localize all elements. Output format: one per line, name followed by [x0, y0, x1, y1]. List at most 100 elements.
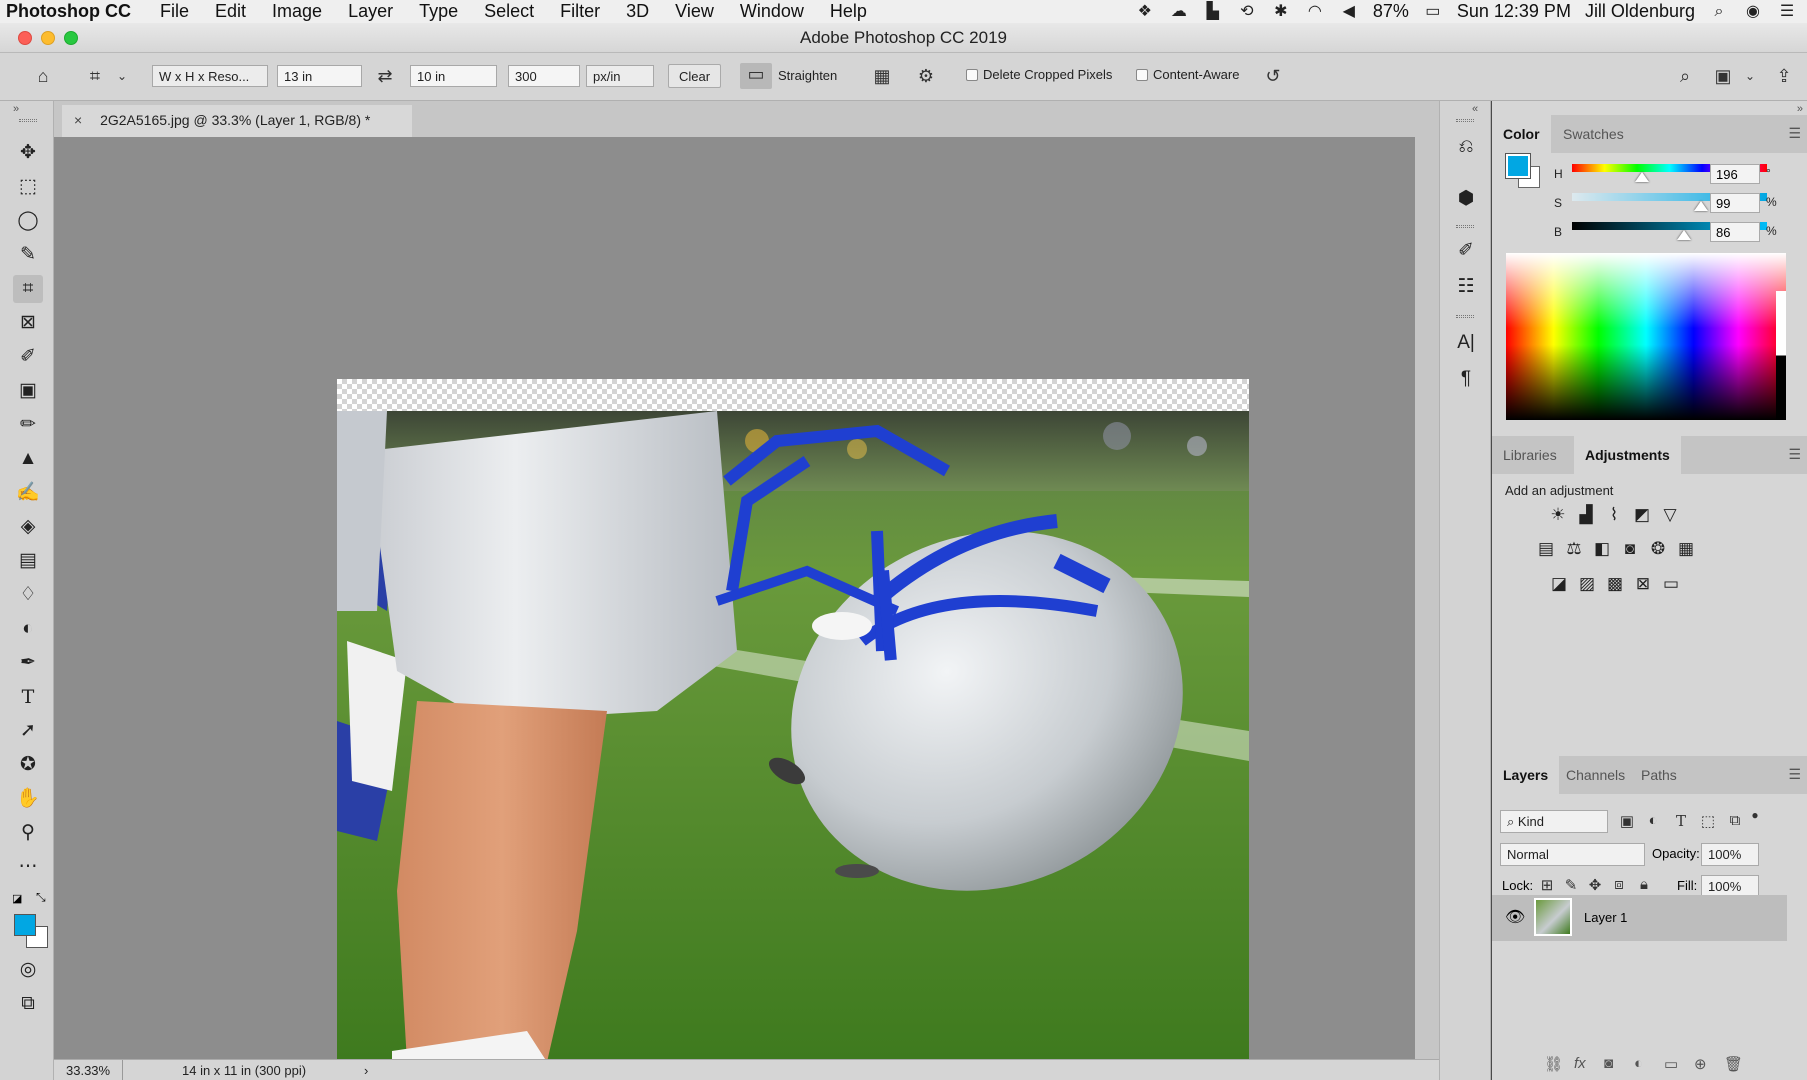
- tab-swatches[interactable]: Swatches: [1552, 115, 1635, 153]
- panel-grip[interactable]: [1456, 119, 1474, 122]
- quick-select-tool-icon[interactable]: ✎: [13, 241, 43, 269]
- pixel-layer-filter-icon[interactable]: ▣: [1618, 812, 1636, 830]
- reset-icon[interactable]: ↺: [1262, 65, 1284, 87]
- selective-color-icon[interactable]: ⊠: [1632, 573, 1654, 595]
- volume-icon[interactable]: ◀: [1339, 3, 1359, 20]
- gradient-tool-icon[interactable]: ▤: [13, 547, 43, 575]
- wifi-icon[interactable]: ◠: [1305, 3, 1325, 20]
- saturation-input[interactable]: 99: [1710, 193, 1760, 213]
- panel-grip[interactable]: [1456, 315, 1474, 318]
- workspace-icon[interactable]: ▣: [1712, 65, 1734, 87]
- brush-settings-icon[interactable]: ✐: [1454, 239, 1478, 263]
- layer-name[interactable]: Layer 1: [1584, 910, 1627, 925]
- lock-pixels-icon[interactable]: ✎: [1562, 876, 1580, 894]
- home-icon[interactable]: ⌂: [32, 65, 54, 87]
- gradient-map-icon[interactable]: ▭: [1660, 573, 1682, 595]
- menu-file[interactable]: File: [147, 1, 202, 22]
- posterize-icon[interactable]: ▨: [1576, 573, 1598, 595]
- color-lookup-icon[interactable]: ▦: [1675, 538, 1697, 560]
- menu-select[interactable]: Select: [471, 1, 547, 22]
- crop-height-input[interactable]: 10 in: [410, 65, 497, 87]
- creative-cloud-icon[interactable]: ☁: [1169, 3, 1189, 20]
- share-icon[interactable]: ⇪: [1772, 65, 1796, 87]
- menu-layer[interactable]: Layer: [335, 1, 406, 22]
- menu-view[interactable]: View: [662, 1, 727, 22]
- panel-grip[interactable]: [1456, 225, 1474, 228]
- document-canvas[interactable]: [337, 379, 1249, 1080]
- menu-help[interactable]: Help: [817, 1, 880, 22]
- eyedropper-tool-icon[interactable]: ✐: [13, 343, 43, 371]
- zoom-window-button[interactable]: [64, 31, 78, 45]
- default-colors-icon[interactable]: ◪: [12, 892, 22, 905]
- blur-tool-icon[interactable]: ♢: [13, 581, 43, 609]
- filter-toggle-icon[interactable]: ●: [1746, 808, 1764, 822]
- time-machine-icon[interactable]: ⟲: [1237, 3, 1257, 20]
- lock-transparency-icon[interactable]: ⊞: [1538, 876, 1556, 894]
- delete-cropped-pixels-checkbox[interactable]: Delete Cropped Pixels: [966, 67, 1112, 82]
- bluetooth-icon[interactable]: ✱: [1271, 3, 1291, 20]
- swap-colors-icon[interactable]: ⤡: [36, 890, 46, 905]
- adjustment-layer-filter-icon[interactable]: ◐: [1644, 812, 1662, 829]
- crop-ratio-select[interactable]: W x H x Reso...: [152, 65, 268, 87]
- tab-color[interactable]: Color: [1492, 115, 1551, 153]
- history-icon[interactable]: ⎌: [1454, 135, 1478, 159]
- opacity-input[interactable]: 100%: [1701, 843, 1759, 866]
- shape-layer-filter-icon[interactable]: ⬚: [1699, 812, 1717, 830]
- frame-tool-icon[interactable]: ⊠: [13, 309, 43, 337]
- close-tab-icon[interactable]: ×: [74, 112, 82, 128]
- minimize-window-button[interactable]: [41, 31, 55, 45]
- pen-tool-icon[interactable]: ✒: [13, 649, 43, 677]
- new-layer-icon[interactable]: ⊕: [1694, 1055, 1707, 1073]
- brightness-input[interactable]: 86: [1710, 222, 1760, 242]
- hue-input[interactable]: 196: [1710, 164, 1760, 184]
- path-select-tool-icon[interactable]: ➚: [13, 717, 43, 745]
- history-brush-tool-icon[interactable]: ✍: [13, 479, 43, 507]
- app-grid-icon[interactable]: ▙: [1203, 3, 1223, 20]
- straighten-label[interactable]: Straighten: [778, 68, 837, 83]
- spotlight-search-icon[interactable]: ⌕: [1709, 3, 1729, 20]
- close-window-button[interactable]: [18, 31, 32, 45]
- trash-icon[interactable]: 🗑︎: [1724, 1055, 1743, 1073]
- resolution-unit-select[interactable]: px/in: [586, 65, 654, 87]
- character-icon[interactable]: A|: [1454, 331, 1478, 355]
- menu-3d[interactable]: 3D: [613, 1, 662, 22]
- threshold-icon[interactable]: ▩: [1604, 573, 1626, 595]
- brightness-slider-thumb[interactable]: [1676, 230, 1691, 240]
- more-tools-icon[interactable]: ⋯: [13, 853, 43, 881]
- brush-tool-icon[interactable]: ✏: [13, 411, 43, 439]
- 3d-icon[interactable]: ⬢: [1454, 187, 1478, 211]
- saturation-slider-thumb[interactable]: [1693, 201, 1708, 211]
- document-vertical-scrollbar[interactable]: [1415, 137, 1439, 1059]
- shape-tool-icon[interactable]: ✪: [13, 751, 43, 779]
- crop-width-input[interactable]: 13 in: [277, 65, 362, 87]
- checkbox-box[interactable]: [1136, 68, 1148, 81]
- tab-paths[interactable]: Paths: [1630, 756, 1688, 794]
- hue-slider-thumb[interactable]: [1635, 172, 1650, 182]
- menu-edit[interactable]: Edit: [202, 1, 259, 22]
- canvas-area[interactable]: [54, 137, 1415, 1080]
- layer-row[interactable]: 👁︎ Layer 1: [1492, 895, 1787, 941]
- vibrance-icon[interactable]: ▽: [1659, 504, 1681, 526]
- photo-image[interactable]: [337, 411, 1249, 1062]
- new-adjustment-icon[interactable]: ◐: [1634, 1055, 1643, 1072]
- panel-grip[interactable]: [19, 119, 37, 122]
- fx-icon[interactable]: fx: [1574, 1055, 1586, 1072]
- lasso-tool-icon[interactable]: ◯: [13, 207, 43, 235]
- healing-brush-tool-icon[interactable]: ▣: [13, 377, 43, 405]
- lock-all-icon[interactable]: 🔒︎: [1635, 876, 1653, 893]
- panel-menu-icon[interactable]: ☰: [1788, 125, 1801, 142]
- type-layer-filter-icon[interactable]: T: [1672, 812, 1690, 830]
- swap-dimensions-icon[interactable]: ⇄: [374, 65, 396, 87]
- smart-object-filter-icon[interactable]: ⧉: [1726, 812, 1744, 829]
- status-menu-chevron-icon[interactable]: ›: [364, 1063, 368, 1078]
- stamp-tool-icon[interactable]: ▲: [13, 445, 43, 473]
- menu-filter[interactable]: Filter: [547, 1, 613, 22]
- exposure-icon[interactable]: ◩: [1631, 504, 1653, 526]
- eye-icon[interactable]: 👁︎: [1505, 907, 1525, 927]
- straighten-icon[interactable]: ▭: [740, 63, 772, 89]
- move-tool-icon[interactable]: ✥: [13, 139, 43, 167]
- document-tab[interactable]: × 2G2A5165.jpg @ 33.3% (Layer 1, RGB/8) …: [62, 105, 412, 137]
- notification-center-icon[interactable]: ☰: [1777, 3, 1797, 20]
- tab-libraries[interactable]: Libraries: [1492, 436, 1568, 474]
- layer-filter-select[interactable]: ⌕ Kind: [1500, 810, 1608, 833]
